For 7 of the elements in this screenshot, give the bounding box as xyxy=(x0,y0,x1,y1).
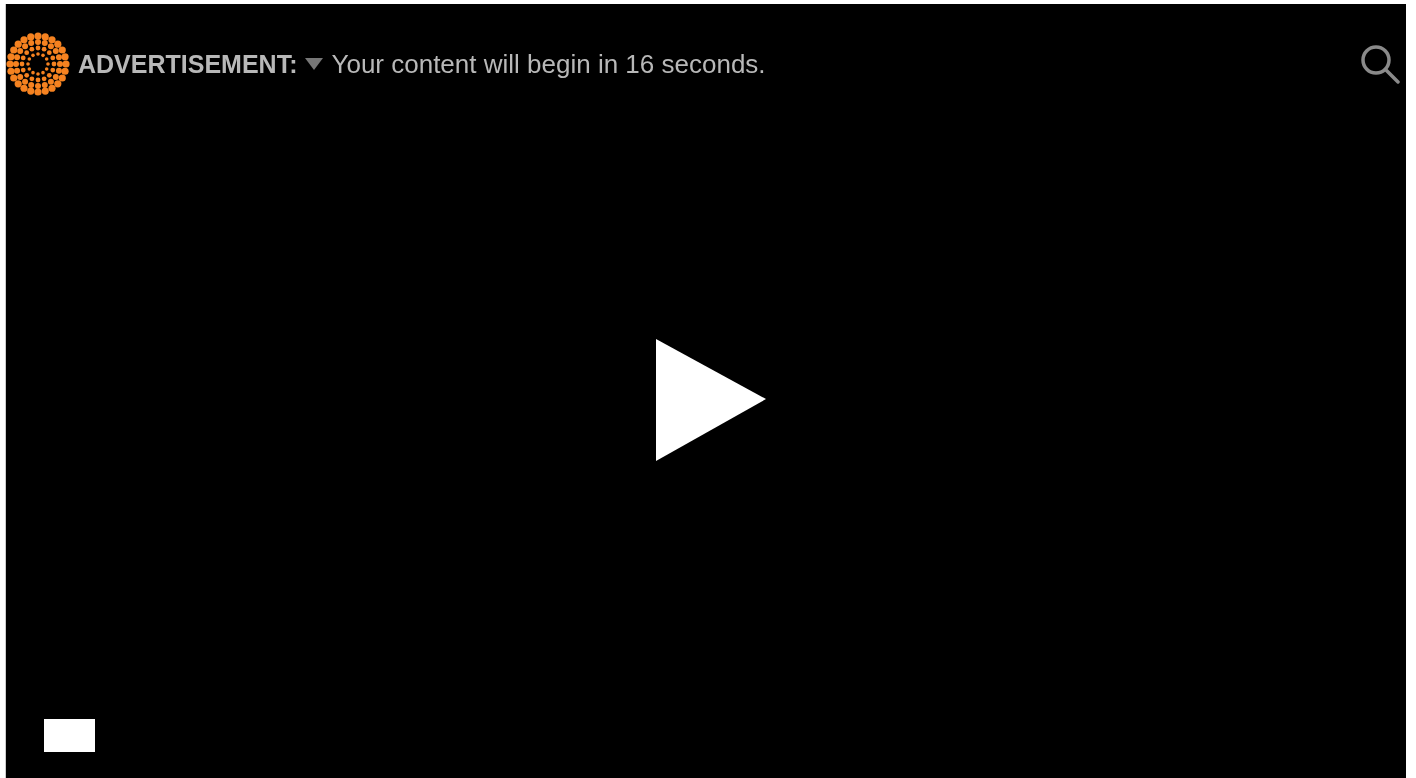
search-icon[interactable] xyxy=(1360,44,1400,84)
logo-icon xyxy=(6,32,70,96)
ad-countdown: Your content will begin in 16 seconds. xyxy=(331,48,766,80)
ad-label: ADVERTISEMENT: xyxy=(78,49,298,79)
control-placeholder xyxy=(44,719,95,752)
play-icon[interactable] xyxy=(656,339,768,461)
dropdown-icon[interactable] xyxy=(305,58,324,70)
